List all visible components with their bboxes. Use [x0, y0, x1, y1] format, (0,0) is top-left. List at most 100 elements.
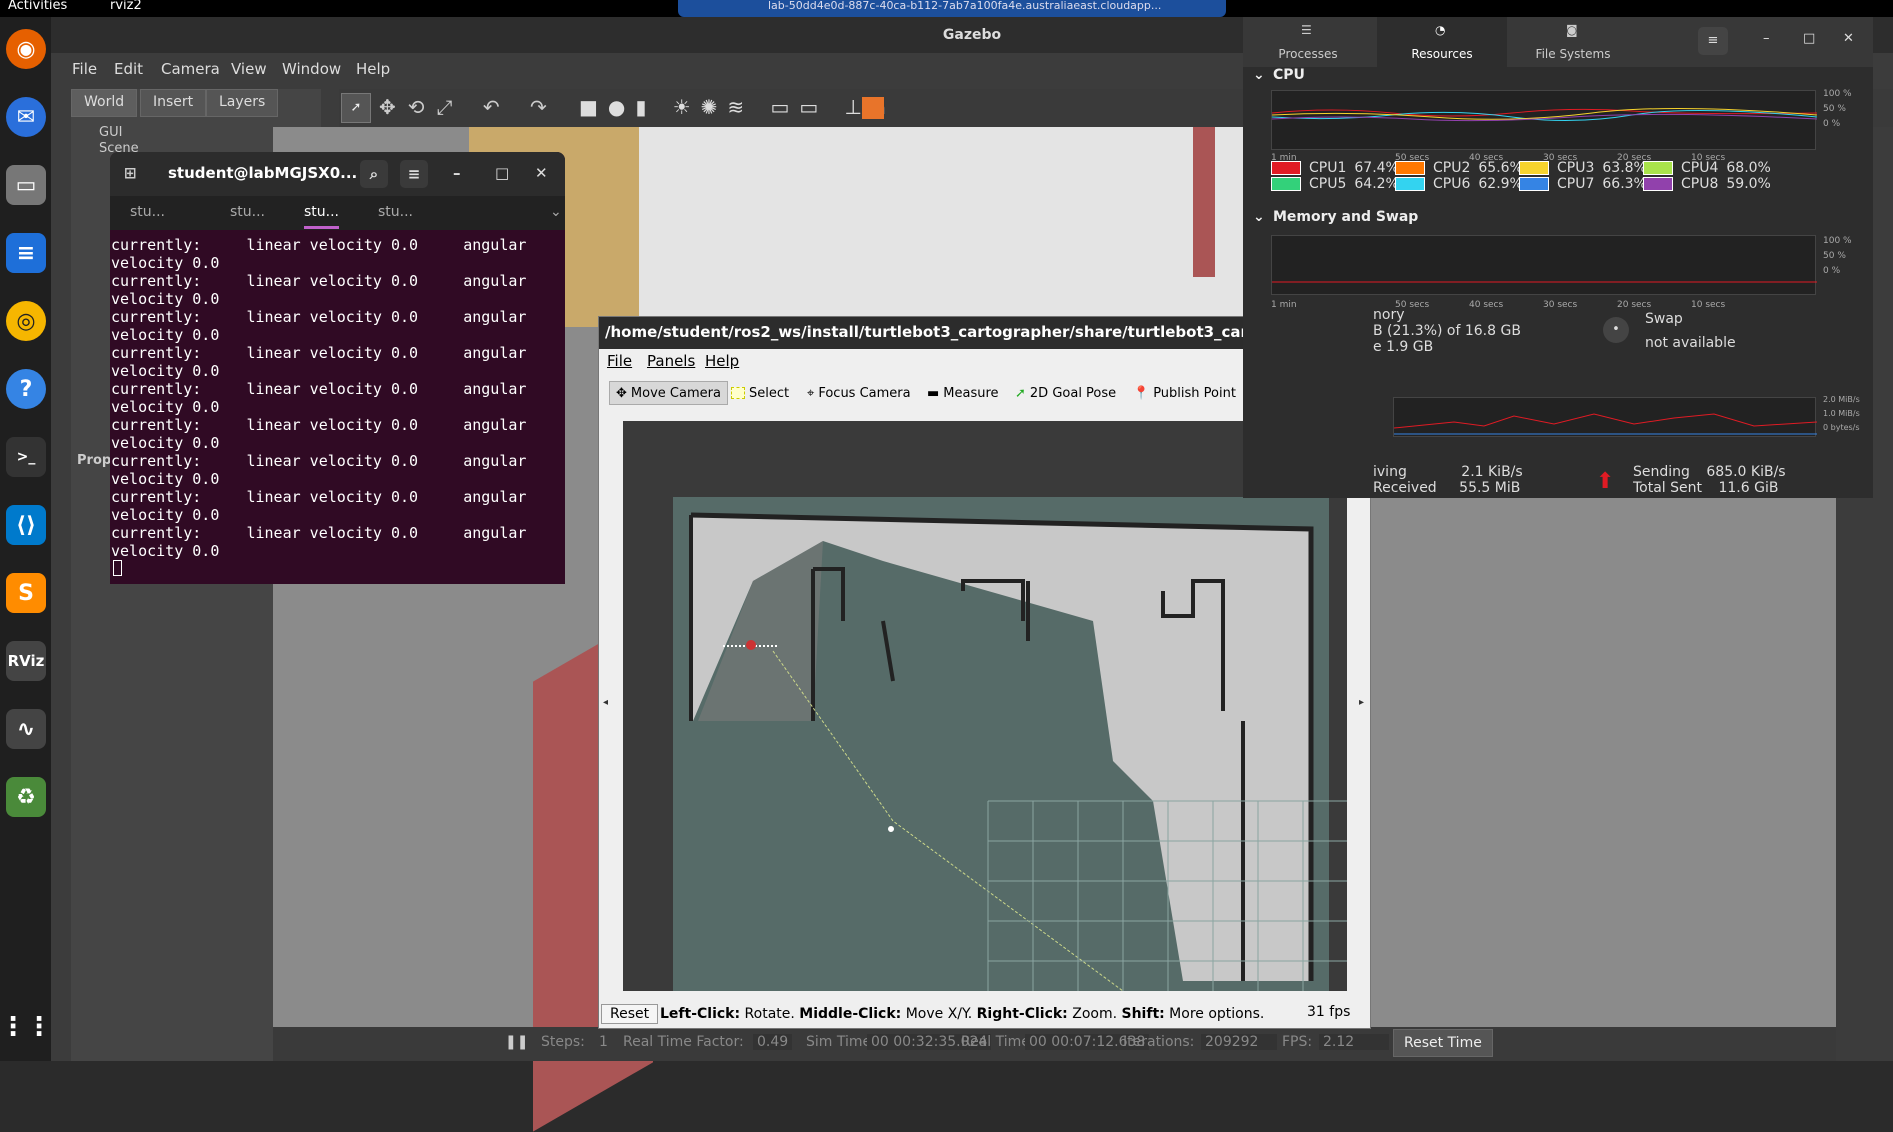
terminal-line: velocity 0.0 — [111, 506, 220, 524]
move-camera-tool[interactable]: ✥ Move Camera — [609, 381, 728, 405]
tabs-dropdown-icon[interactable]: ⌄ — [550, 204, 562, 220]
terminal-icon[interactable]: >_ — [6, 437, 46, 477]
tab-insert[interactable]: Insert — [140, 89, 207, 117]
right-collapse-icon[interactable]: ▸ — [1359, 697, 1364, 708]
apps-grid-icon[interactable]: ⋮⋮ — [0, 1007, 52, 1047]
select-arrow-icon[interactable]: ➚ — [341, 93, 371, 123]
cpu-legend-item: CPU5 64.2% — [1271, 176, 1399, 192]
cpu-expander-icon[interactable]: ⌄ — [1253, 67, 1265, 83]
shape-tools-icon[interactable]: ■●▮ ☀✺≋ ▭▭ ⊥∩ — [579, 95, 897, 119]
system-monitor-icon[interactable]: ∿ — [6, 709, 46, 749]
activities-button[interactable]: Activities — [8, 0, 67, 13]
ruler-icon: ▬ — [927, 385, 940, 401]
cpu-color-swatch[interactable] — [1271, 161, 1301, 175]
publish-point-tool[interactable]: 📍 Publish Point — [1127, 381, 1242, 405]
measure-tool[interactable]: ▬ Measure — [921, 381, 1005, 405]
terminal-line: velocity 0.0 — [111, 290, 220, 308]
pause-icon[interactable]: ❚❚ — [505, 1034, 528, 1050]
terminal-line: velocity 0.0 — [111, 470, 220, 488]
cpu-color-swatch[interactable] — [1519, 161, 1549, 175]
terminal-tab[interactable]: stu... — [378, 204, 413, 220]
search-icon[interactable]: ⌕ — [360, 160, 388, 188]
tab-file-systems[interactable]: ◙ File Systems — [1508, 17, 1638, 67]
close-icon[interactable]: ✕ — [1843, 31, 1854, 46]
cpu-name: CPU5 — [1309, 176, 1347, 192]
move-camera-icon: ✥ — [616, 385, 627, 401]
graph-axis-label: 40 secs — [1469, 300, 1504, 310]
cpu-color-swatch[interactable] — [1271, 177, 1301, 191]
goal-pose-tool[interactable]: ➚ 2D Goal Pose — [1009, 381, 1122, 405]
tree-item[interactable]: GUI — [99, 125, 139, 141]
minimize-icon[interactable]: – — [453, 164, 461, 182]
screenshot-icon[interactable] — [862, 97, 884, 119]
total-sent-label: Total Sent — [1633, 480, 1703, 496]
cpu-color-swatch[interactable] — [1643, 161, 1673, 175]
memory-expander-icon[interactable]: ⌄ — [1253, 209, 1265, 225]
net-scale-mid: 1.0 MiB/s — [1823, 409, 1860, 418]
total-received-value: 55.5 MiB — [1459, 480, 1521, 496]
tab-layers[interactable]: Layers — [206, 89, 279, 117]
maximize-icon[interactable]: □ — [495, 164, 509, 182]
terminal-line: velocity 0.0 — [111, 542, 220, 560]
focus-camera-tool[interactable]: ⌖ Focus Camera — [801, 381, 917, 405]
hamburger-menu-icon[interactable]: ≡ — [400, 160, 428, 188]
transform-tools-icon[interactable]: ✥⟲⤢ ↶ ↷ — [379, 95, 559, 119]
rviz-menu-help[interactable]: Help — [705, 352, 739, 370]
help-icon[interactable]: ? — [6, 369, 46, 409]
cpu-color-swatch[interactable] — [1643, 177, 1673, 191]
terminal-tab-active[interactable]: stu... — [304, 204, 340, 229]
rviz-3d-view[interactable] — [623, 421, 1347, 992]
app-menu[interactable]: rviz2 — [110, 0, 142, 13]
sublime-icon[interactable]: S — [6, 573, 46, 613]
cpu-color-swatch[interactable] — [1395, 161, 1425, 175]
tab-processes[interactable]: ☰ Processes — [1243, 17, 1373, 67]
gz-menu-camera[interactable]: Camera — [161, 60, 220, 78]
gz-menu-window[interactable]: Window — [282, 60, 341, 78]
graph-pct-label: 50 % — [1823, 104, 1846, 114]
cpu-name: CPU8 — [1681, 176, 1719, 192]
trash-icon[interactable]: ♻ — [6, 777, 46, 817]
select-tool[interactable]: Select — [725, 381, 795, 405]
terminal-output[interactable]: currently: linear velocity 0.0 angular ve… — [110, 236, 565, 584]
rviz-icon[interactable]: RViz — [6, 641, 46, 681]
cpu-name: CPU2 — [1433, 160, 1471, 176]
remote-window-tab[interactable]: lab-50dd4e0d-887c-40ca-b112-7ab7a100fa4e… — [678, 0, 1226, 17]
steps-value[interactable]: 1 — [599, 1034, 608, 1050]
vscode-icon[interactable]: ⟨⟩ — [6, 505, 46, 545]
rviz-menu-panels[interactable]: Panels — [647, 352, 695, 370]
left-collapse-icon[interactable]: ◂ — [603, 697, 608, 708]
gz-menu-edit[interactable]: Edit — [114, 60, 143, 78]
terminal-tab[interactable]: stu... — [130, 204, 165, 220]
reset-button[interactable]: Reset — [601, 1004, 659, 1024]
close-icon[interactable]: ✕ — [535, 164, 548, 182]
cpu-color-swatch[interactable] — [1395, 177, 1425, 191]
terminal-line: currently: linear velocity 0.0 angular — [111, 308, 527, 326]
reset-time-button[interactable]: Reset Time — [1393, 1029, 1493, 1057]
maximize-icon[interactable]: □ — [1803, 31, 1815, 46]
files-icon[interactable]: ▭ — [6, 165, 46, 205]
terminal-title: student@labMGJSX0... — [168, 164, 358, 182]
tab-resources[interactable]: ◔ Resources — [1377, 17, 1507, 67]
thunderbird-icon[interactable]: ✉ — [6, 97, 46, 137]
minimize-icon[interactable]: – — [1763, 31, 1770, 46]
cache-value: e 1.9 GB — [1373, 339, 1434, 355]
rhythmbox-icon[interactable]: ◎ — [6, 301, 46, 341]
terminal-line: currently: linear velocity 0.0 angular — [111, 380, 527, 398]
hamburger-menu-icon[interactable]: ≡ — [1698, 27, 1728, 55]
rviz-menu-file[interactable]: File — [607, 352, 632, 370]
terminal-line: currently: linear velocity 0.0 angular — [111, 272, 527, 290]
writer-icon[interactable]: ≡ — [6, 233, 46, 273]
total-sent-value: 11.6 GiB — [1718, 480, 1779, 496]
tab-world[interactable]: World — [71, 89, 138, 117]
swap-value: not available — [1645, 335, 1736, 351]
gz-menu-file[interactable]: File — [72, 60, 97, 78]
gz-menu-help[interactable]: Help — [356, 60, 390, 78]
new-tab-icon[interactable]: ⊞ — [124, 164, 137, 182]
terminal-tab[interactable]: stu... — [230, 204, 265, 220]
gz-menu-view[interactable]: View — [231, 60, 267, 78]
brick-wall-right — [1193, 127, 1215, 277]
sending-info: Sending 685.0 KiB/s Total Sent 11.6 GiB — [1633, 464, 1786, 498]
firefox-icon[interactable]: ◉ — [6, 29, 46, 69]
cpu-color-swatch[interactable] — [1519, 177, 1549, 191]
terminal-line: velocity 0.0 — [111, 398, 220, 416]
